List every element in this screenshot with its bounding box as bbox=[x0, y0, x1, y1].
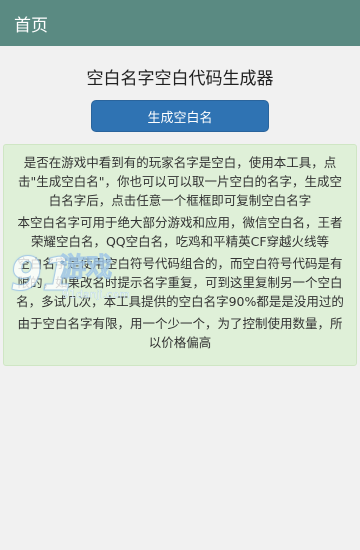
info-paragraph-pricing: 由于空白名字有限，用一个少一个，为了控制使用数量，所以价格偏高 bbox=[17, 316, 343, 350]
info-paragraph-usage: 是否在游戏中看到有的玩家名字是空白，使用本工具，点击"生成空白名"，你也可以可以… bbox=[17, 155, 342, 208]
page-title: 空白名字空白代码生成器 bbox=[86, 69, 274, 89]
generate-blank-name-button[interactable]: 生成空白名 bbox=[91, 100, 269, 132]
main-content: 空白名字空白代码生成器 生成空白名 是否在游戏中看到有的玩家名字是空白，使用本工… bbox=[0, 66, 360, 366]
top-bar: 首页 bbox=[0, 0, 360, 46]
info-panel: 是否在游戏中看到有的玩家名字是空白，使用本工具，点击"生成空白名"，你也可以可以… bbox=[3, 144, 357, 366]
header-title: 首页 bbox=[14, 15, 48, 36]
info-paragraph-compatibility: 本空白名字可用于绝大部分游戏和应用，微信空白名，王者荣耀空白名，QQ空白名，吃鸡… bbox=[17, 215, 343, 249]
button-row: 生成空白名 bbox=[0, 100, 360, 132]
info-paragraph-explanation: 空白名字是使用空白符号代码组合的，而空白符号代码是有限的，如果改名时提示名字重复… bbox=[16, 256, 344, 309]
